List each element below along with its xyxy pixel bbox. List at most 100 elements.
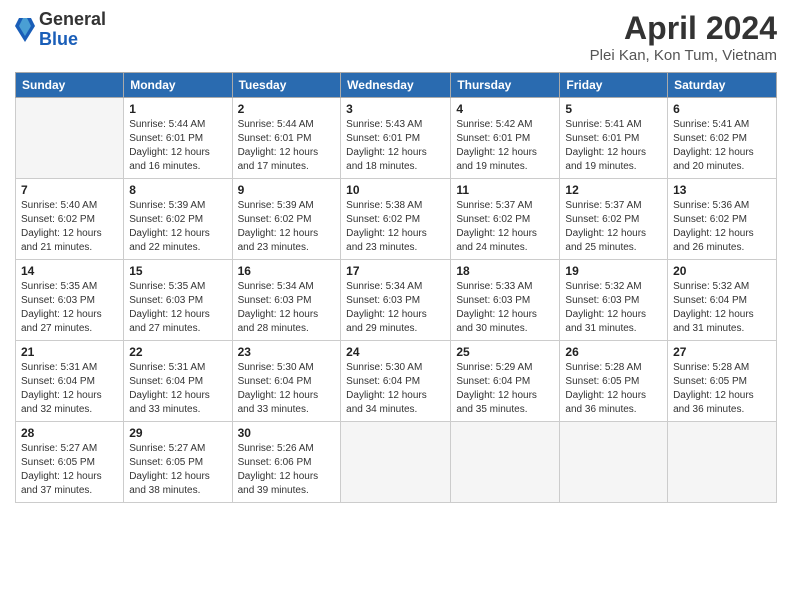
cell-w2-d6: 12Sunrise: 5:37 AMSunset: 6:02 PMDayligh… <box>560 179 668 260</box>
cell-w3-d7: 20 Sunrise: 5:32 AMSunset: 6:04 PMDayligh… <box>668 260 777 341</box>
subtitle: Plei Kan, Kon Tum, Vietnam <box>590 47 777 64</box>
day-num-25: 25 <box>456 345 554 359</box>
cell-w3-d1: 14 Sunrise: 5:35 AMSunset: 6:03 PMDayligh… <box>16 260 124 341</box>
day-info-14: Sunrise: 5:35 AMSunset: 6:03 PMDaylight:… <box>21 280 118 336</box>
cell-w3-d4: 17Sunrise: 5:34 AMSunset: 6:03 PMDayligh… <box>341 260 451 341</box>
cell-w2-d7: 13 Sunrise: 5:36 AMSunset: 6:02 PMDayligh… <box>668 179 777 260</box>
day-num-2: 2 <box>238 102 336 116</box>
day-info-26: Sunrise: 5:28 AMSunset: 6:05 PMDaylight:… <box>565 361 662 417</box>
day-info-8: Sunrise: 5:39 AMSunset: 6:02 PMDaylight:… <box>129 199 226 255</box>
day-info-9: Sunrise: 5:39 AMSunset: 6:02 PMDaylight:… <box>238 199 336 255</box>
cell-w5-d3: 30 Sunrise: 5:26 AMSunset: 6:06 PMDayligh… <box>232 422 341 503</box>
day-info-16: Sunrise: 5:34 AMSunset: 6:03 PMDaylight:… <box>238 280 336 336</box>
cell-w4-d7: 27 Sunrise: 5:28 AMSunset: 6:05 PMDayligh… <box>668 341 777 422</box>
day-info-6: Sunrise: 5:41 AMSunset: 6:02 PMDaylight:… <box>673 118 771 174</box>
day-num-21: 21 <box>21 345 118 359</box>
cell-w1-d6: 5 Sunrise: 5:41 AMSunset: 6:01 PMDaylight… <box>560 98 668 179</box>
cell-w3-d6: 19 Sunrise: 5:32 AMSunset: 6:03 PMDayligh… <box>560 260 668 341</box>
cell-w5-d6 <box>560 422 668 503</box>
day-num-9: 9 <box>238 183 336 197</box>
day-num-18: 18 <box>456 264 554 278</box>
header-wednesday: Wednesday <box>341 73 451 98</box>
day-num-11: 11 <box>456 183 554 197</box>
day-info-23: Sunrise: 5:30 AMSunset: 6:04 PMDaylight:… <box>238 361 336 417</box>
calendar-header-row: Sunday Monday Tuesday Wednesday Thursday… <box>16 73 777 98</box>
day-num-20: 20 <box>673 264 771 278</box>
cell-w4-d6: 26Sunrise: 5:28 AMSunset: 6:05 PMDayligh… <box>560 341 668 422</box>
cell-w2-d1: 7 Sunrise: 5:40 AMSunset: 6:02 PMDaylight… <box>16 179 124 260</box>
day-info-22: Sunrise: 5:31 AMSunset: 6:04 PMDaylight:… <box>129 361 226 417</box>
day-info-24: Sunrise: 5:30 AMSunset: 6:04 PMDaylight:… <box>346 361 445 417</box>
header-monday: Monday <box>124 73 232 98</box>
day-num-10: 10 <box>346 183 445 197</box>
day-num-27: 27 <box>673 345 771 359</box>
week-row-4: 21 Sunrise: 5:31 AMSunset: 6:04 PMDayligh… <box>16 341 777 422</box>
day-info-11: Sunrise: 5:37 AMSunset: 6:02 PMDaylight:… <box>456 199 554 255</box>
day-info-20: Sunrise: 5:32 AMSunset: 6:04 PMDaylight:… <box>673 280 771 336</box>
day-num-6: 6 <box>673 102 771 116</box>
day-info-19: Sunrise: 5:32 AMSunset: 6:03 PMDaylight:… <box>565 280 662 336</box>
logo-line1: General <box>39 10 106 30</box>
cell-w1-d5: 4 Sunrise: 5:42 AMSunset: 6:01 PMDaylight… <box>451 98 560 179</box>
cell-w3-d5: 18 Sunrise: 5:33 AMSunset: 6:03 PMDayligh… <box>451 260 560 341</box>
day-info-7: Sunrise: 5:40 AMSunset: 6:02 PMDaylight:… <box>21 199 118 255</box>
day-info-25: Sunrise: 5:29 AMSunset: 6:04 PMDaylight:… <box>456 361 554 417</box>
day-num-28: 28 <box>21 426 118 440</box>
cell-w4-d5: 25 Sunrise: 5:29 AMSunset: 6:04 PMDayligh… <box>451 341 560 422</box>
cell-w1-d4: 3Sunrise: 5:43 AMSunset: 6:01 PMDaylight… <box>341 98 451 179</box>
day-info-10: Sunrise: 5:38 AMSunset: 6:02 PMDaylight:… <box>346 199 445 255</box>
day-info-28: Sunrise: 5:27 AMSunset: 6:05 PMDaylight:… <box>21 442 118 498</box>
cell-w4-d4: 24 Sunrise: 5:30 AMSunset: 6:04 PMDayligh… <box>341 341 451 422</box>
day-num-15: 15 <box>129 264 226 278</box>
day-info-2: Sunrise: 5:44 AMSunset: 6:01 PMDaylight:… <box>238 118 336 174</box>
day-num-12: 12 <box>565 183 662 197</box>
day-num-14: 14 <box>21 264 118 278</box>
cell-w3-d3: 16 Sunrise: 5:34 AMSunset: 6:03 PMDayligh… <box>232 260 341 341</box>
cell-w1-d2: 1 Sunrise: 5:44 AMSunset: 6:01 PMDaylight… <box>124 98 232 179</box>
page: General Blue April 2024 Plei Kan, Kon Tu… <box>0 0 792 612</box>
day-num-4: 4 <box>456 102 554 116</box>
cell-w2-d2: 8Sunrise: 5:39 AMSunset: 6:02 PMDaylight… <box>124 179 232 260</box>
day-num-22: 22 <box>129 345 226 359</box>
day-info-27: Sunrise: 5:28 AMSunset: 6:05 PMDaylight:… <box>673 361 771 417</box>
logo-line2: Blue <box>39 30 106 50</box>
cell-w2-d5: 11 Sunrise: 5:37 AMSunset: 6:02 PMDayligh… <box>451 179 560 260</box>
day-num-19: 19 <box>565 264 662 278</box>
cell-w5-d1: 28 Sunrise: 5:27 AMSunset: 6:05 PMDayligh… <box>16 422 124 503</box>
cell-w4-d2: 22 Sunrise: 5:31 AMSunset: 6:04 PMDayligh… <box>124 341 232 422</box>
week-row-5: 28 Sunrise: 5:27 AMSunset: 6:05 PMDayligh… <box>16 422 777 503</box>
calendar: Sunday Monday Tuesday Wednesday Thursday… <box>15 72 777 503</box>
day-num-5: 5 <box>565 102 662 116</box>
day-info-4: Sunrise: 5:42 AMSunset: 6:01 PMDaylight:… <box>456 118 554 174</box>
day-num-16: 16 <box>238 264 336 278</box>
day-info-15: Sunrise: 5:35 AMSunset: 6:03 PMDaylight:… <box>129 280 226 336</box>
day-info-1: Sunrise: 5:44 AMSunset: 6:01 PMDaylight:… <box>129 118 226 174</box>
header: General Blue April 2024 Plei Kan, Kon Tu… <box>15 10 777 64</box>
day-num-7: 7 <box>21 183 118 197</box>
cell-w1-d3: 2 Sunrise: 5:44 AMSunset: 6:01 PMDaylight… <box>232 98 341 179</box>
day-info-5: Sunrise: 5:41 AMSunset: 6:01 PMDaylight:… <box>565 118 662 174</box>
day-info-29: Sunrise: 5:27 AMSunset: 6:05 PMDaylight:… <box>129 442 226 498</box>
day-num-24: 24 <box>346 345 445 359</box>
day-num-23: 23 <box>238 345 336 359</box>
day-info-13: Sunrise: 5:36 AMSunset: 6:02 PMDaylight:… <box>673 199 771 255</box>
day-num-3: 3 <box>346 102 445 116</box>
day-num-30: 30 <box>238 426 336 440</box>
cell-w5-d2: 29 Sunrise: 5:27 AMSunset: 6:05 PMDayligh… <box>124 422 232 503</box>
week-row-1: 1 Sunrise: 5:44 AMSunset: 6:01 PMDaylight… <box>16 98 777 179</box>
day-num-1: 1 <box>129 102 226 116</box>
day-num-13: 13 <box>673 183 771 197</box>
day-info-18: Sunrise: 5:33 AMSunset: 6:03 PMDaylight:… <box>456 280 554 336</box>
title-block: April 2024 Plei Kan, Kon Tum, Vietnam <box>590 10 777 64</box>
header-sunday: Sunday <box>16 73 124 98</box>
week-row-3: 14 Sunrise: 5:35 AMSunset: 6:03 PMDayligh… <box>16 260 777 341</box>
week-row-2: 7 Sunrise: 5:40 AMSunset: 6:02 PMDaylight… <box>16 179 777 260</box>
cell-w2-d3: 9 Sunrise: 5:39 AMSunset: 6:02 PMDaylight… <box>232 179 341 260</box>
header-tuesday: Tuesday <box>232 73 341 98</box>
logo: General Blue <box>15 10 106 50</box>
day-num-17: 17 <box>346 264 445 278</box>
cell-w4-d3: 23 Sunrise: 5:30 AMSunset: 6:04 PMDayligh… <box>232 341 341 422</box>
day-num-29: 29 <box>129 426 226 440</box>
day-info-30: Sunrise: 5:26 AMSunset: 6:06 PMDaylight:… <box>238 442 336 498</box>
cell-w5-d7 <box>668 422 777 503</box>
